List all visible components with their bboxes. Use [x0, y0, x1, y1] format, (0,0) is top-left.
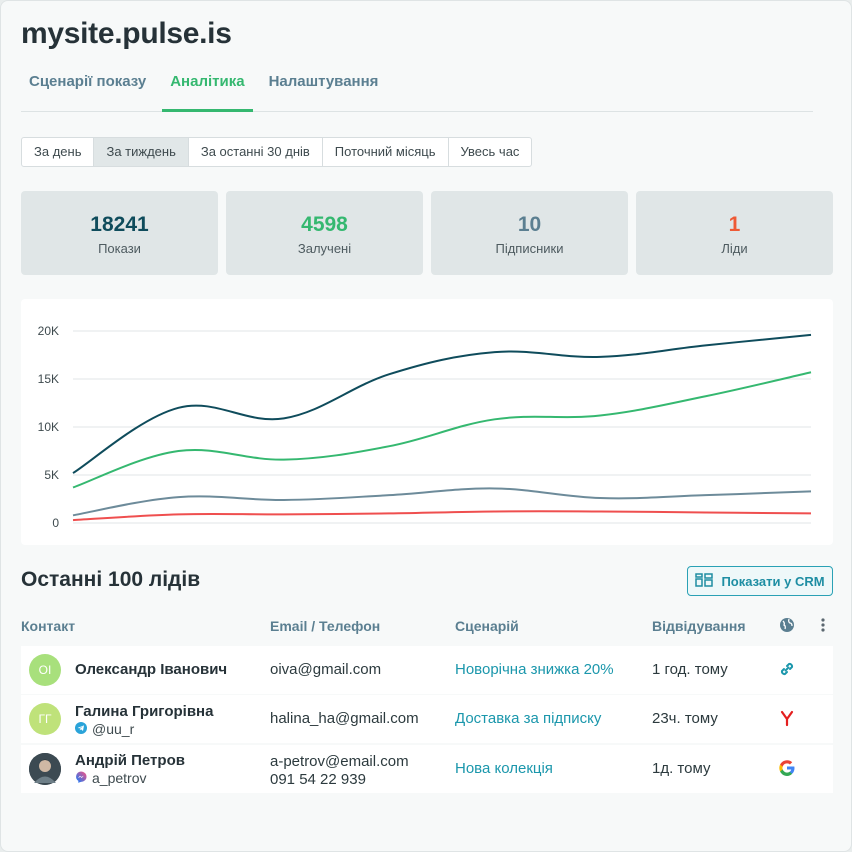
visit-time: 23ч. тому [652, 710, 718, 727]
link-icon [778, 660, 796, 680]
scenario-link[interactable]: Доставка за підписку [455, 710, 601, 727]
stat-value: 4598 [301, 213, 348, 236]
stat-card-leads: 1 Ліди [636, 191, 833, 275]
contact-phone: 091 54 22 939 [270, 771, 366, 788]
stat-label: Ліди [721, 241, 748, 256]
tab-settings[interactable]: Налаштування [261, 63, 387, 112]
leads-table-header: Контакт Email / Телефон Сценарій Відвіду… [21, 616, 833, 636]
avatar: ОІ [29, 654, 61, 686]
y-tick-label: 20K [38, 324, 59, 338]
google-icon [778, 759, 796, 779]
yandex-icon [778, 709, 796, 729]
site-title: mysite.pulse.is [21, 17, 232, 50]
contact-handle-line: @uu_r [75, 721, 134, 737]
period-all-time[interactable]: Увесь час [449, 138, 532, 166]
stat-label: Залучені [297, 241, 352, 256]
period-week[interactable]: За тиждень [94, 138, 189, 166]
column-contact[interactable]: Контакт [21, 618, 75, 634]
messenger-icon [75, 770, 87, 786]
scenario-link[interactable]: Нова колекція [455, 760, 553, 777]
contact-email: a-petrov@email.com [270, 753, 409, 770]
tab-analytics[interactable]: Аналітика [162, 63, 253, 112]
contact-name: Олександр Іванович [75, 661, 228, 678]
y-tick-label: 5K [44, 468, 59, 482]
series-line-3 [72, 510, 812, 522]
stat-value: 10 [517, 213, 542, 236]
contact-handle-line: a_petrov [75, 770, 146, 786]
scenario-link[interactable]: Новорічна знижка 20% [455, 661, 614, 678]
y-tick-label: 0 [52, 516, 59, 530]
table-row[interactable]: ГГ Галина Григорівна @uu_r halina_ha@gma… [21, 695, 833, 743]
column-scenario[interactable]: Сценарій [455, 618, 519, 634]
period-selector: За день За тиждень За останні 30 днів По… [21, 137, 533, 167]
contact-name: Андрій Петров [75, 752, 185, 769]
crm-icon [695, 572, 714, 590]
analytics-chart: 20K 15K 10K 5K 0 [21, 299, 833, 545]
avatar [29, 753, 61, 785]
stat-value: 18241 [90, 213, 149, 236]
period-month[interactable]: Поточний місяць [323, 138, 449, 166]
contact-name: Галина Григорівна [75, 703, 214, 720]
visit-time: 1д. тому [652, 760, 711, 777]
tab-bar: Сценарії показу Аналітика Налаштування [21, 63, 813, 112]
y-tick-label: 15K [38, 372, 59, 386]
contact-email: halina_ha@gmail.com [270, 710, 419, 727]
stat-label: Покази [98, 241, 141, 256]
period-30-days[interactable]: За останні 30 днів [189, 138, 323, 166]
stat-card-engaged: 4598 Залучені [226, 191, 423, 275]
app-window: mysite.pulse.is Сценарії показу Аналітик… [0, 0, 852, 852]
more-options-icon[interactable] [819, 617, 827, 636]
series-line-0 [72, 333, 812, 474]
column-visit[interactable]: Відвідування [652, 618, 746, 634]
show-in-crm-button[interactable]: Показати у CRM [687, 566, 833, 596]
line-chart: 20K 15K 10K 5K 0 [38, 324, 812, 530]
series-line-2 [72, 487, 812, 517]
stat-value: 1 [728, 213, 741, 236]
avatar: ГГ [29, 703, 61, 735]
contact-email: oiva@gmail.com [270, 661, 382, 678]
series-line-1 [72, 371, 812, 489]
contact-handle: a_petrov [92, 770, 147, 786]
telegram-icon [75, 721, 87, 737]
stats-cards: 18241 Покази 4598 Залучені 10 Підписники… [21, 191, 833, 275]
period-day[interactable]: За день [22, 138, 95, 166]
globe-icon[interactable] [779, 617, 795, 636]
tab-scenarios[interactable]: Сценарії показу [21, 63, 154, 112]
table-row[interactable]: ОІ Олександр Іванович oiva@gmail.com Нов… [21, 646, 833, 694]
stat-card-shows: 18241 Покази [21, 191, 218, 275]
stat-card-subscribers: 10 Підписники [431, 191, 628, 275]
leads-title: Останні 100 лідів [21, 568, 201, 591]
table-row[interactable]: Андрій Петров a_petrov a-petrov@email.co… [21, 745, 833, 793]
crm-button-label: Показати у CRM [721, 573, 825, 589]
stat-label: Підписники [495, 241, 564, 256]
y-tick-label: 10K [38, 420, 59, 434]
contact-handle: @uu_r [92, 721, 135, 737]
visit-time: 1 год. тому [652, 661, 728, 678]
column-email[interactable]: Email / Телефон [270, 618, 380, 634]
